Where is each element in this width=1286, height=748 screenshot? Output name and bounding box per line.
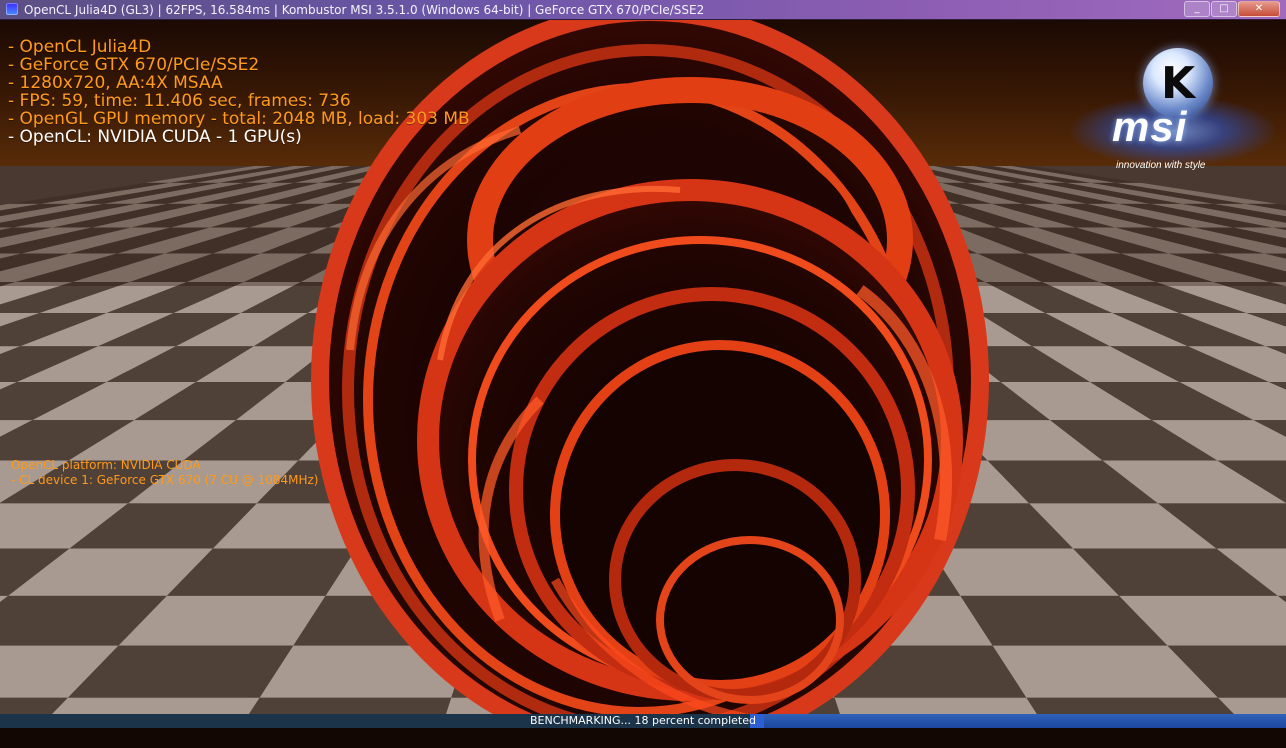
title-bar[interactable]: OpenCL Julia4D (GL3) | 62FPS, 16.584ms |… (0, 0, 1286, 20)
maximize-icon: □ (1219, 3, 1229, 14)
hud-line-resolution: - 1280x720, AA:4X MSAA (8, 73, 223, 93)
hud-line-gpu-memory: - OpenGL GPU memory - total: 2048 MB, lo… (8, 109, 470, 129)
msi-logo: K msi innovation with style (1060, 48, 1286, 188)
window-title: OpenCL Julia4D (GL3) | 62FPS, 16.584ms |… (24, 3, 705, 17)
progress-label: BENCHMARKING... 18 percent completed (529, 714, 756, 727)
benchmark-progress-bar: BENCHMARKING... 18 percent completed (0, 714, 1286, 728)
app-icon (6, 3, 18, 15)
opencl-info: OpenCL platform: NVIDIA CUDA - CL device… (11, 458, 318, 488)
hud-line-demo: - OpenCL Julia4D (8, 37, 152, 57)
window-controls: _ □ ✕ (1184, 1, 1280, 17)
close-icon: ✕ (1254, 3, 1264, 14)
msi-brand-text: msi (1112, 103, 1188, 150)
minimize-button[interactable]: _ (1184, 1, 1210, 17)
minimize-icon: _ (1194, 3, 1200, 14)
hud-line-fps: - FPS: 59, time: 11.406 sec, frames: 736 (8, 91, 351, 111)
msi-tagline: innovation with style (1116, 160, 1206, 171)
render-viewport: - OpenCL Julia4D - GeForce GTX 670/PCIe/… (0, 20, 1286, 748)
hud-line-gpu: - GeForce GTX 670/PCIe/SSE2 (8, 55, 260, 75)
kombustor-window: OpenCL Julia4D (GL3) | 62FPS, 16.584ms |… (0, 0, 1286, 748)
bottom-strip (0, 728, 1286, 748)
maximize-button[interactable]: □ (1211, 1, 1237, 17)
hud-line-opencl: - OpenCL: NVIDIA CUDA - 1 GPU(s) (8, 127, 302, 147)
opencl-platform: OpenCL platform: NVIDIA CUDA (11, 458, 201, 472)
hud-overlay: - OpenCL Julia4D - GeForce GTX 670/PCIe/… (8, 38, 470, 146)
close-button[interactable]: ✕ (1238, 1, 1280, 17)
opencl-device: - CL device 1: GeForce GTX 670 (7 CU @ 1… (11, 473, 319, 487)
